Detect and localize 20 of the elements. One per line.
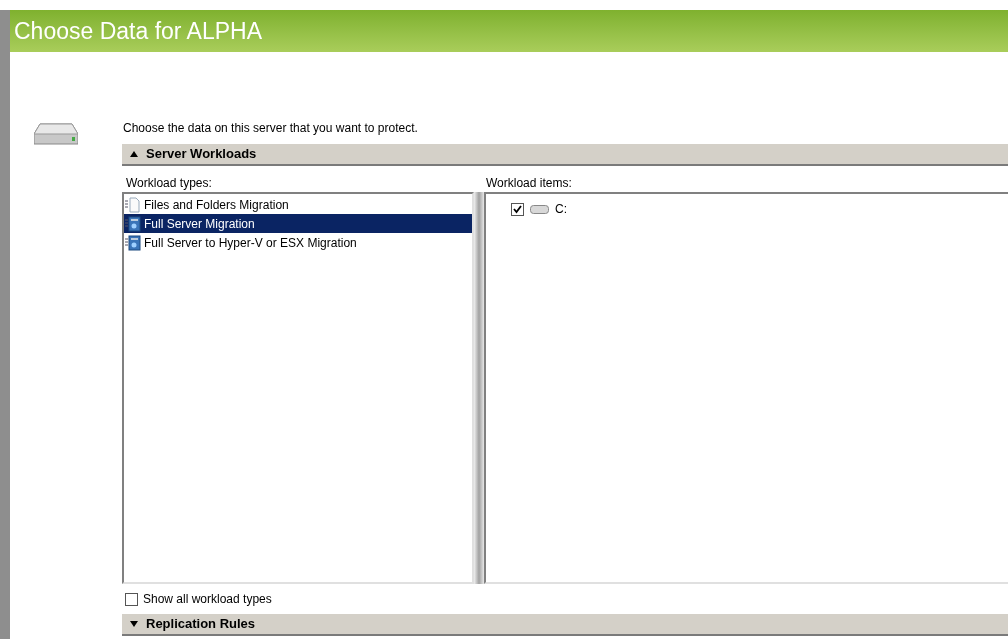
- list-label: Workload items:: [485, 175, 573, 192]
- intro-text: Choose the data on this server that you want to protect.: [122, 120, 419, 137]
- server-icon: [125, 215, 141, 232]
- list-item[interactable]: Full Server to Hyper-V or ESX Migration: [124, 233, 472, 252]
- expand-arrow-icon: [130, 621, 138, 627]
- item-label: C:: [555, 201, 567, 218]
- hard-drive-icon: [34, 120, 78, 148]
- checkbox[interactable]: [125, 592, 138, 606]
- collapse-arrow-icon: [130, 151, 138, 157]
- drive-icon: [530, 204, 549, 214]
- section-header[interactable]: Replication Rules: [122, 614, 1008, 636]
- section-header[interactable]: Server Workloads: [122, 144, 1008, 166]
- window-title: Choose Data for ALPHA: [14, 16, 263, 46]
- server-icon: [125, 234, 141, 251]
- list-item[interactable]: Full Server Migration: [124, 214, 472, 233]
- checkbox-label: Show all workload types: [143, 591, 272, 608]
- checkbox[interactable]: [511, 202, 524, 216]
- list-item[interactable]: Files and Folders Migration: [124, 195, 472, 214]
- list-label: Workload types:: [125, 175, 213, 192]
- document-icon: [125, 196, 141, 213]
